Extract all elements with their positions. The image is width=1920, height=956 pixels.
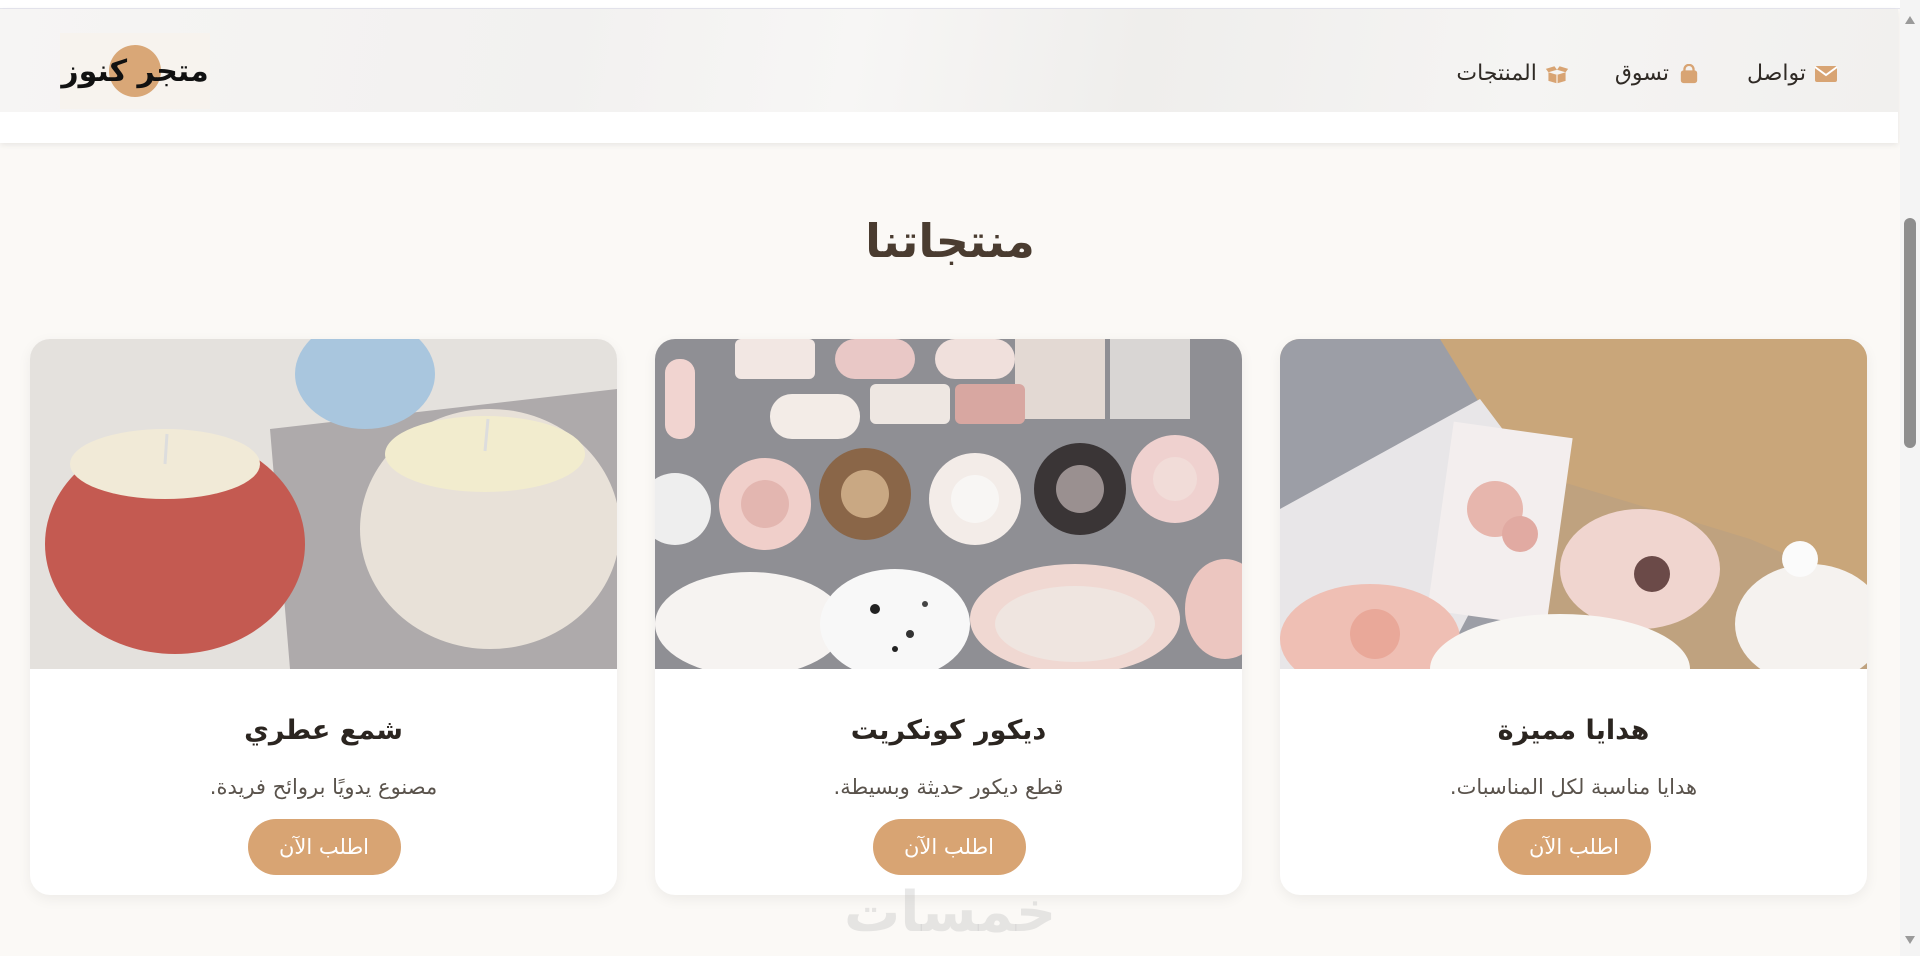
scroll-up-arrow-icon[interactable] <box>1905 16 1915 24</box>
product-image-concrete <box>655 339 1242 669</box>
section-title: منتجاتنا <box>865 214 1035 268</box>
site-header: متجر كنوز تواصل تسوق المنتجات <box>0 9 1898 143</box>
shopping-bag-icon <box>1680 63 1698 83</box>
product-title: ديكور كونكريت <box>850 715 1047 746</box>
scroll-down-arrow-icon[interactable] <box>1905 936 1915 944</box>
product-description: .مصنوع يدويًا بروائح فريدة <box>209 775 438 799</box>
product-description: .قطع ديكور حديثة وبسيطة <box>833 775 1064 799</box>
product-title: هدايا مميزة <box>1497 715 1650 746</box>
nav-label-contact: تواصل <box>1747 61 1806 86</box>
product-image-candles <box>30 339 617 669</box>
nav-item-contact[interactable]: تواصل <box>1747 61 1838 86</box>
watermark: خمسات <box>844 880 1057 945</box>
browser-top-edge <box>0 0 1900 9</box>
product-card-candles: شمع عطري .مصنوع يدويًا بروائح فريدة اطلب… <box>30 339 617 895</box>
product-image-gifts <box>1280 339 1867 669</box>
nav-item-shop[interactable]: تسوق <box>1615 61 1701 86</box>
nav-label-shop: تسوق <box>1614 61 1670 86</box>
product-description: .هدايا مناسبة لكل المناسبات <box>1449 775 1698 799</box>
order-now-button[interactable]: اطلب الآن <box>247 819 401 875</box>
scroll-thumb[interactable] <box>1904 218 1916 448</box>
order-now-button[interactable]: اطلب الآن <box>1497 819 1651 875</box>
main-nav: تواصل تسوق المنتجات <box>1456 61 1838 86</box>
box-open-icon <box>1545 65 1569 83</box>
product-card-gifts: هدايا مميزة .هدايا مناسبة لكل المناسبات … <box>1280 339 1867 895</box>
product-card-concrete: ديكور كونكريت .قطع ديكور حديثة وبسيطة اط… <box>655 339 1242 895</box>
nav-item-products[interactable]: المنتجات <box>1456 61 1569 86</box>
nav-label-products: المنتجات <box>1456 61 1537 86</box>
page-scrollbar[interactable] <box>1900 0 1920 956</box>
product-cards: هدايا مميزة .هدايا مناسبة لكل المناسبات … <box>0 339 1900 895</box>
product-title: شمع عطري <box>244 715 403 746</box>
envelope-icon <box>1814 65 1838 82</box>
order-now-button[interactable]: اطلب الآن <box>872 819 1026 875</box>
site-logo[interactable]: متجر كنوز <box>60 33 210 109</box>
logo-text: متجر كنوز <box>61 53 209 89</box>
